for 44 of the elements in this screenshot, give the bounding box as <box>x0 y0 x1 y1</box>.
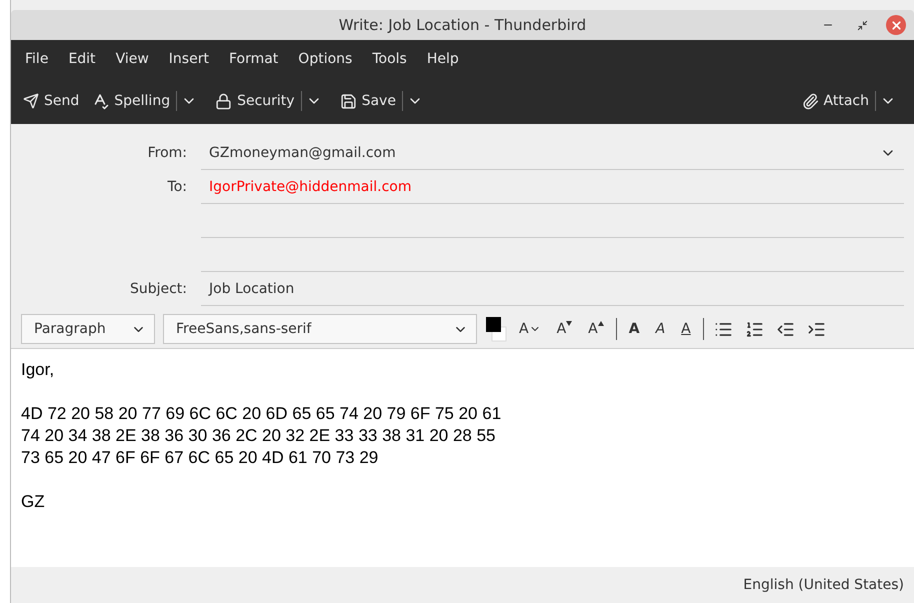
language-status: English (United States) <box>743 577 904 593</box>
smaller-text-button[interactable]: A <box>552 317 576 341</box>
security-button[interactable]: Security <box>209 88 301 114</box>
window-title: Write: Job Location - Thunderbird <box>338 16 586 34</box>
from-value: GZmoneyman@gmail.com <box>209 144 396 160</box>
font-select[interactable]: FreeSans,sans-serif <box>163 314 477 344</box>
down-triangle-icon <box>566 321 572 326</box>
menu-item[interactable]: Format <box>220 47 286 71</box>
text-color-icon[interactable] <box>485 316 507 342</box>
restore-icon <box>856 20 868 30</box>
menu-item[interactable]: View <box>108 47 157 71</box>
menu-item[interactable]: File <box>17 47 56 71</box>
menu-item[interactable]: Edit <box>60 47 104 71</box>
spelling-button[interactable]: Spelling <box>85 88 176 114</box>
italic-button[interactable]: A <box>652 317 670 341</box>
menu-item[interactable]: Insert <box>160 47 217 71</box>
up-triangle-icon <box>598 321 604 326</box>
paragraph-select[interactable]: Paragraph <box>21 314 155 344</box>
attach-button[interactable]: Attach <box>796 88 875 114</box>
message-line: Igor, <box>21 359 56 381</box>
subject-field[interactable]: Job Location <box>201 272 904 306</box>
bold-button[interactable]: A <box>624 317 644 341</box>
lock-icon <box>215 92 232 110</box>
to-label: To: <box>166 178 188 197</box>
menu-item[interactable]: Tools <box>364 47 415 71</box>
subject-label: Subject: <box>128 280 188 299</box>
from-label: From: <box>146 144 188 163</box>
message-line: 4D 72 20 58 20 77 69 6C 6C 20 6D 65 65 74 20 79 6F 75 20 61 <box>21 403 502 425</box>
message-line: 74 20 34 38 2E 38 36 30 36 2C 20 32 2E 33 33 38 31 20 28 55 <box>21 425 497 447</box>
font-size-button[interactable]: A <box>515 317 545 341</box>
message-line: 73 65 20 47 6F 6F 67 6C 65 20 4D 61 70 73 29 <box>21 447 380 469</box>
larger-text-button[interactable]: A <box>584 317 608 341</box>
menu-item[interactable]: Options <box>290 47 360 71</box>
send-icon <box>23 93 39 109</box>
send-button[interactable]: Send <box>17 89 86 113</box>
close-icon <box>890 18 902 32</box>
save-icon <box>340 92 357 110</box>
menu-item[interactable]: Help <box>418 47 467 71</box>
close-button[interactable] <box>886 15 906 35</box>
message-line: GZ <box>21 491 46 513</box>
paperclip-icon <box>802 92 819 110</box>
underline-button[interactable]: A <box>677 317 695 341</box>
save-button[interactable]: Save <box>334 88 402 114</box>
from-field[interactable]: GZmoneyman@gmail.com <box>201 136 904 170</box>
